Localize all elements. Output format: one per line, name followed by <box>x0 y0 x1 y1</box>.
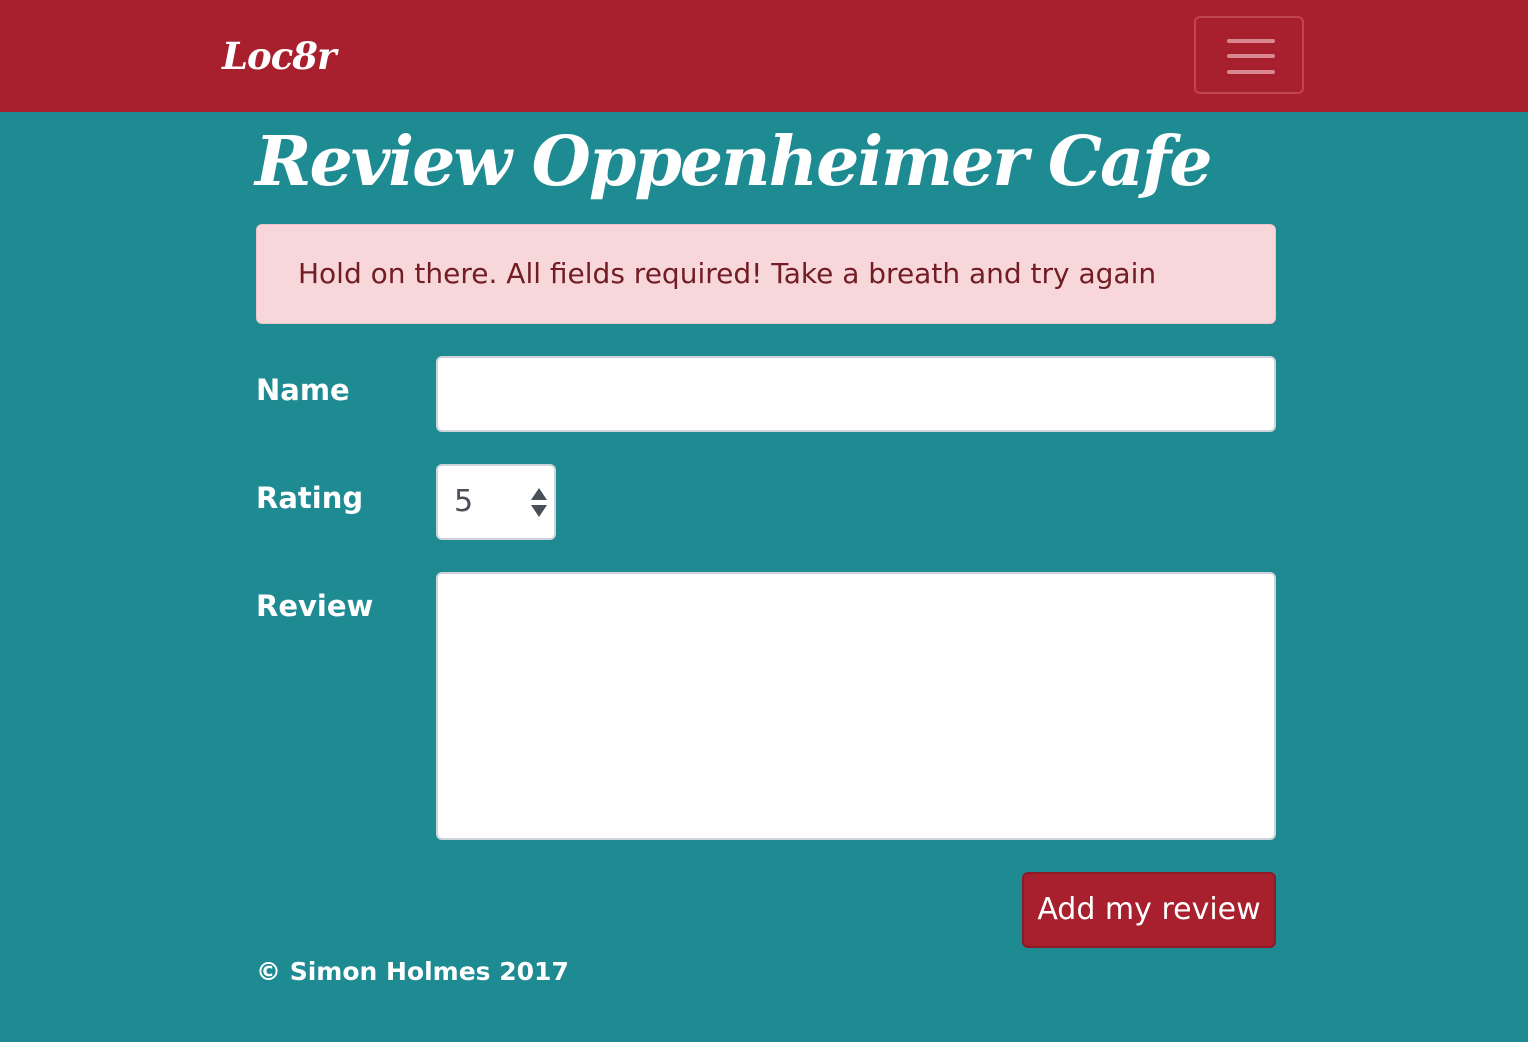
page-title: Review Oppenheimer Cafe <box>255 122 1213 202</box>
name-label: Name <box>256 373 350 407</box>
name-input[interactable] <box>436 356 1276 432</box>
rating-selected-value: 5 <box>454 484 474 519</box>
review-label: Review <box>256 589 374 623</box>
rating-select[interactable]: 5 <box>436 464 556 540</box>
brand-logo[interactable]: Loc8r <box>222 34 336 78</box>
navbar-toggle-button[interactable] <box>1194 16 1304 94</box>
navbar: Loc8r <box>0 0 1528 112</box>
footer-copyright: © Simon Holmes 2017 <box>256 957 569 986</box>
review-textarea[interactable] <box>436 572 1276 840</box>
error-alert: Hold on there. All fields required! Take… <box>256 224 1276 324</box>
add-review-button[interactable]: Add my review <box>1022 872 1276 948</box>
rating-label: Rating <box>256 481 364 515</box>
